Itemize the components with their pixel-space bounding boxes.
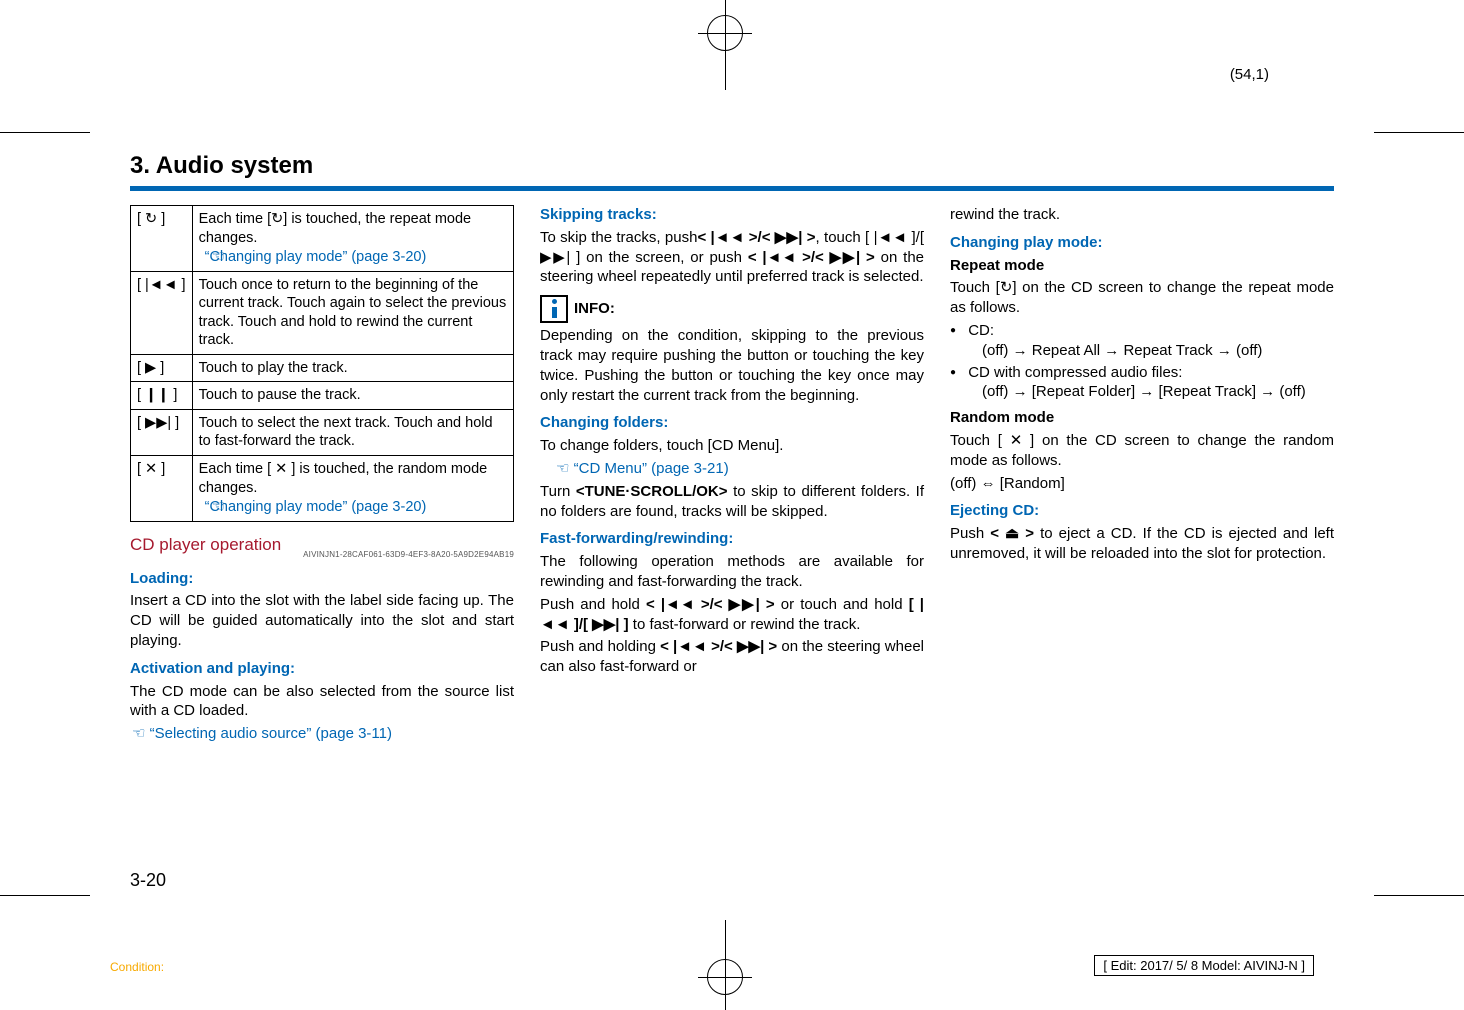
loading-text: Insert a CD into the slot with the label… — [130, 591, 514, 650]
ejecting-heading: Ejecting CD: — [950, 501, 1334, 521]
crop-mark — [0, 895, 90, 896]
button-ref: <TUNE·SCROLL/OK> — [576, 483, 728, 500]
text: Push and hold — [540, 596, 646, 613]
ejecting-text: Push < ⏏ > to eject a CD. If the CD is e… — [950, 524, 1334, 564]
shuffle-icon-cell: [ ✕ ] — [131, 456, 193, 522]
page-number: 3-20 — [130, 870, 166, 891]
repeat-icon-cell: [ ↻ ] — [131, 206, 193, 272]
ff-heading: Fast-forwarding/rewinding: — [540, 529, 924, 549]
random-mode-text: Touch [ ✕ ] on the CD screen to change t… — [950, 431, 1334, 471]
table-row: [ |◄◄ ] Touch once to return to the begi… — [131, 271, 514, 354]
cell-text: Each time [↻] is touched, the repeat mod… — [199, 211, 472, 246]
eject-button-ref: < ⏏ > — [990, 525, 1034, 542]
table-cell: Touch to pause the track. — [192, 382, 513, 410]
info-box: INFO: — [540, 295, 924, 323]
skipping-text: To skip the tracks, push< |◄◄ >/< ▶▶| >,… — [540, 228, 924, 287]
prev-track-icon-cell: [ |◄◄ ] — [131, 271, 193, 354]
text: To skip the tracks, push — [540, 229, 697, 246]
repeat-mode-text: Touch [↻] on the CD screen to change the… — [950, 278, 1334, 318]
column-3: rewind the track. Changing play mode: Re… — [950, 205, 1334, 747]
table-row: [ ❙❙ ] Touch to pause the track. — [131, 382, 514, 410]
table-cell: Touch once to return to the beginning of… — [192, 271, 513, 354]
table-cell: Each time [ ✕ ] is touched, the random m… — [192, 456, 513, 522]
cross-ref: ☞ “Changing play mode” (page 3-20) — [199, 497, 507, 517]
column-1: [ ↻ ] Each time [↻] is touched, the repe… — [130, 205, 514, 747]
button-ref: < |◄◄ >/< ▶▶| > — [748, 249, 875, 266]
cell-text: Each time [ ✕ ] is touched, the random m… — [199, 461, 488, 496]
controls-table: [ ↻ ] Each time [↻] is touched, the repe… — [130, 205, 514, 522]
info-text: Depending on the condition, skipping to … — [540, 326, 924, 405]
activation-text: The CD mode can be also selected from th… — [130, 682, 514, 722]
random-mode-heading: Random mode — [950, 408, 1334, 428]
list-item: CD: (off) → Repeat All → Repeat Track → … — [950, 321, 1334, 361]
ref-text: “Selecting audio source” (page 3-11) — [150, 725, 392, 742]
ff-text-2: Push and hold < |◄◄ >/< ▶▶| > or touch a… — [540, 595, 924, 635]
ff-text-3: Push and holding < |◄◄ >/< ▶▶| > on the … — [540, 637, 924, 677]
table-row: [ ▶▶| ] Touch to select the next track. … — [131, 409, 514, 455]
crop-mark — [0, 132, 90, 133]
ref-text: “Changing play mode” (page 3-20) — [205, 499, 427, 515]
list-item: CD with compressed audio files: (off) → … — [950, 363, 1334, 403]
ff-text-1: The following operation methods are avai… — [540, 552, 924, 592]
table-cell: Each time [↻] is touched, the repeat mod… — [192, 206, 513, 272]
table-cell: Touch to play the track. — [192, 354, 513, 382]
text: or touch and hold — [775, 596, 909, 613]
crop-mark — [1374, 895, 1464, 896]
button-ref: < |◄◄ >/< ▶▶| > — [697, 229, 815, 246]
button-ref: < |◄◄ >/< ▶▶| > — [660, 638, 777, 655]
footer-condition: Condition: — [110, 960, 164, 974]
loading-heading: Loading: — [130, 569, 514, 589]
table-cell: Touch to select the next track. Touch an… — [192, 409, 513, 455]
next-track-icon-cell: [ ▶▶| ] — [131, 409, 193, 455]
info-icon — [540, 295, 568, 323]
title-rule — [130, 186, 1334, 191]
text: Push and holding — [540, 638, 660, 655]
section-title: 3. Audio system — [130, 152, 1334, 180]
crop-mark — [1374, 132, 1464, 133]
column-2: Skipping tracks: To skip the tracks, pus… — [540, 205, 924, 747]
hand-icon: ☞ — [199, 247, 201, 266]
text: Turn — [540, 483, 576, 500]
cross-ref: ☞ “Selecting audio source” (page 3-11) — [130, 724, 514, 744]
rewind-cont: rewind the track. — [950, 205, 1334, 225]
play-mode-heading: Changing play mode: — [950, 233, 1334, 253]
text: Push — [950, 525, 990, 542]
hand-icon: ☞ — [130, 724, 145, 744]
table-row: [ ✕ ] Each time [ ✕ ] is touched, the ra… — [131, 456, 514, 522]
pause-icon-cell: [ ❙❙ ] — [131, 382, 193, 410]
registration-mark-icon — [707, 959, 743, 995]
info-label: INFO: — [574, 299, 615, 319]
text: to fast-forward or rewind the track. — [629, 616, 861, 633]
hand-icon: ☞ — [199, 497, 201, 516]
registration-mark-icon — [707, 15, 743, 51]
folders-text: To change folders, touch [CD Menu]. — [540, 436, 924, 456]
item-label: CD with compressed audio files: — [968, 364, 1182, 381]
folders-heading: Changing folders: — [540, 413, 924, 433]
page-coord: (54,1) — [1230, 66, 1269, 83]
table-row: [ ▶ ] Touch to play the track. — [131, 354, 514, 382]
footer-edit-info: [ Edit: 2017/ 5/ 8 Model: AIVINJ-N ] — [1094, 955, 1314, 976]
repeat-mode-heading: Repeat mode — [950, 256, 1334, 276]
activation-heading: Activation and playing: — [130, 659, 514, 679]
item-detail: (off) → Repeat All → Repeat Track → (off… — [966, 341, 1334, 361]
cross-ref: ☞ “CD Menu” (page 3-21) — [540, 459, 924, 479]
ref-text: “CD Menu” (page 3-21) — [574, 460, 729, 477]
hand-icon: ☞ — [554, 459, 569, 479]
item-detail: (off) → [Repeat Folder] → [Repeat Track]… — [966, 382, 1334, 402]
random-mode-seq: (off) ⇔ [Random] — [950, 474, 1334, 494]
item-label: CD: — [968, 322, 994, 339]
ref-text: “Changing play mode” (page 3-20) — [205, 249, 427, 265]
table-row: [ ↻ ] Each time [↻] is touched, the repe… — [131, 206, 514, 272]
folders-text-2: Turn <TUNE·SCROLL/OK> to skip to differe… — [540, 482, 924, 522]
repeat-list: CD: (off) → Repeat All → Repeat Track → … — [950, 321, 1334, 402]
skipping-heading: Skipping tracks: — [540, 205, 924, 225]
play-icon-cell: [ ▶ ] — [131, 354, 193, 382]
cross-ref: ☞ “Changing play mode” (page 3-20) — [199, 247, 507, 267]
button-ref: < |◄◄ >/< ▶▶| > — [646, 596, 775, 613]
